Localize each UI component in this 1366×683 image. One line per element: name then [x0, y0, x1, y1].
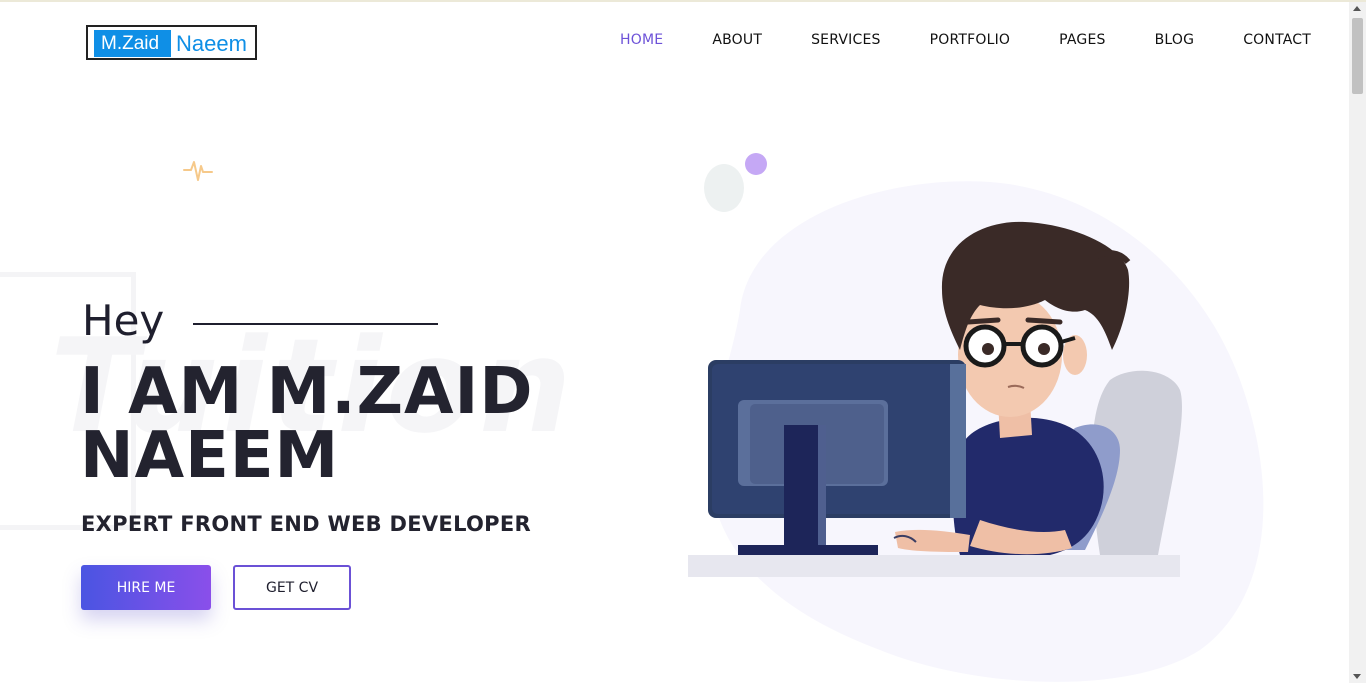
hire-me-button[interactable]: HIRE ME: [81, 565, 211, 610]
page-scrollbar[interactable]: [1349, 2, 1366, 683]
scroll-up-icon[interactable]: [1353, 6, 1361, 11]
hero-name-line1: I AM M.ZAID: [80, 355, 534, 429]
top-border: [0, 0, 1366, 2]
site-logo[interactable]: M.Zaid Naeem: [86, 25, 257, 60]
logo-text-first: M.Zaid: [94, 30, 171, 57]
hero-name: I AM M.ZAID NAEEM: [80, 360, 640, 488]
scrollbar-thumb[interactable]: [1352, 18, 1363, 94]
get-cv-button[interactable]: GET CV: [233, 565, 351, 610]
nav-services[interactable]: SERVICES: [811, 32, 881, 48]
nav-pages[interactable]: PAGES: [1059, 32, 1105, 48]
hero-subtitle: EXPERT FRONT END WEB DEVELOPER: [81, 512, 531, 536]
developer-at-computer-illustration: [688, 153, 1264, 682]
nav-home[interactable]: HOME: [620, 32, 663, 48]
logo-text-second: Naeem: [176, 31, 247, 56]
nav-contact[interactable]: CONTACT: [1243, 32, 1311, 48]
hero-name-line2: NAEEM: [80, 419, 340, 493]
main-nav: HOME ABOUT SERVICES PORTFOLIO PAGES BLOG…: [571, 32, 1311, 48]
greeting-underline: [193, 323, 438, 325]
nav-about[interactable]: ABOUT: [712, 32, 762, 48]
hero-greeting: Hey: [82, 296, 165, 345]
scroll-down-icon[interactable]: [1353, 674, 1361, 679]
nav-portfolio[interactable]: PORTFOLIO: [930, 32, 1011, 48]
nav-blog[interactable]: BLOG: [1155, 32, 1195, 48]
pulse-icon: [183, 161, 213, 181]
